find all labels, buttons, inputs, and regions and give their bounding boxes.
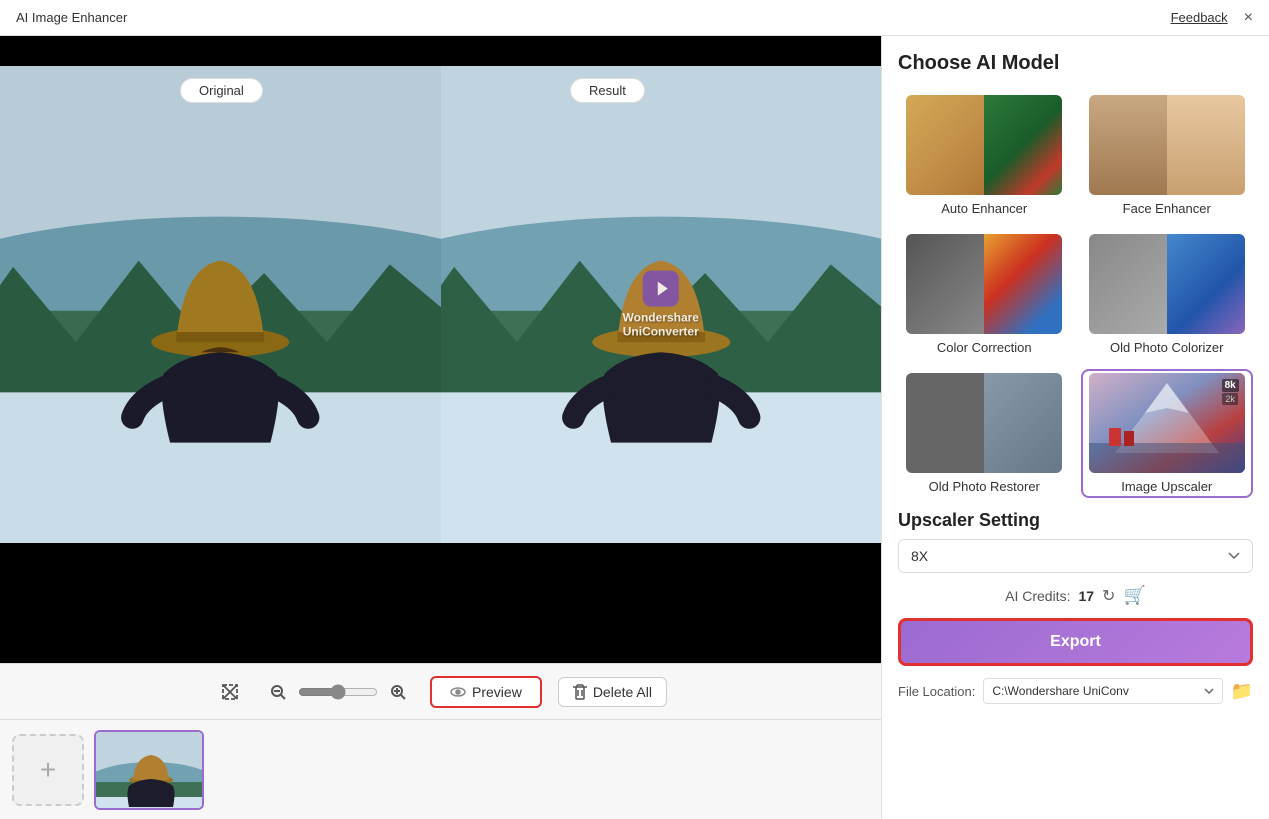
watermark: Wondershare UniConverter (623, 270, 699, 339)
auto-thumb-left (906, 95, 984, 195)
result-label-button[interactable]: Result (570, 78, 645, 103)
auto-enhancer-thumb (906, 95, 1062, 195)
old-photo-restorer-label: Old Photo Restorer (929, 479, 1040, 494)
preview-button[interactable]: Preview (430, 676, 542, 708)
file-location-select[interactable]: C:\Wondershare UniConv (983, 678, 1222, 704)
badge-8k: 8k (1222, 379, 1239, 392)
result-image: Wondershare UniConverter (441, 66, 882, 543)
choose-model-title: Choose AI Model (898, 52, 1253, 75)
zoom-control (262, 676, 414, 708)
black-bar-bottom (0, 543, 881, 663)
title-bar: AI Image Enhancer Feedback × (0, 0, 1269, 36)
file-location-label: File Location: (898, 684, 975, 699)
old-photo-colorizer-thumb (1089, 234, 1245, 334)
old-res-thumb-left (906, 373, 984, 473)
trash-icon (573, 684, 587, 700)
credits-value: 17 (1078, 588, 1094, 604)
model-grid: Auto Enhancer Face Enhancer (898, 91, 1253, 498)
old-photo-restorer-thumb (906, 373, 1062, 473)
close-button[interactable]: × (1244, 10, 1253, 26)
model-card-face-enhancer[interactable]: Face Enhancer (1081, 91, 1254, 220)
add-image-button[interactable]: + (12, 734, 84, 806)
watermark-icon (643, 270, 679, 306)
color-thumb-left (906, 234, 984, 334)
upscaler-badge: 8k 2k (1222, 379, 1239, 405)
face-enhancer-label: Face Enhancer (1123, 201, 1211, 216)
color-correction-thumb (906, 234, 1062, 334)
thumbnail-item[interactable] (94, 730, 204, 810)
old-photo-colorizer-label: Old Photo Colorizer (1110, 340, 1223, 355)
color-correction-label: Color Correction (937, 340, 1032, 355)
old-res-thumb-right (984, 373, 1062, 473)
thumbnail-strip: + (0, 719, 881, 819)
original-image (0, 66, 441, 543)
export-button[interactable]: Export (898, 618, 1253, 666)
image-upscaler-label: Image Upscaler (1121, 479, 1212, 494)
auto-thumb-right (984, 95, 1062, 195)
zoom-out-button[interactable] (262, 676, 294, 708)
face-thumb-right (1167, 95, 1245, 195)
original-label-button[interactable]: Original (180, 78, 263, 103)
auto-enhancer-label: Auto Enhancer (941, 201, 1027, 216)
model-card-auto-enhancer[interactable]: Auto Enhancer (898, 91, 1071, 220)
file-location-row: File Location: C:\Wondershare UniConv 📁 (898, 678, 1253, 704)
folder-icon[interactable]: 📁 (1231, 681, 1253, 702)
bottom-toolbar: Preview Delete All (0, 663, 881, 719)
zoom-in-button[interactable] (382, 676, 414, 708)
face-thumb-left (1089, 95, 1167, 195)
badge-2k: 2k (1222, 393, 1238, 405)
credits-label: AI Credits: (1005, 588, 1070, 604)
crop-tool-button[interactable] (214, 676, 246, 708)
app-title: AI Image Enhancer (16, 10, 127, 25)
main-layout: Original Result (0, 36, 1269, 819)
upscaler-setting-section: Upscaler Setting 8X 4X 2X 1X (898, 510, 1253, 573)
refresh-icon[interactable]: ↻ (1102, 586, 1115, 606)
title-bar-controls: Feedback × (1171, 10, 1253, 26)
upscaler-setting-title: Upscaler Setting (898, 510, 1253, 531)
color-thumb-right (984, 234, 1062, 334)
eye-icon (450, 684, 466, 700)
black-bar-top (0, 36, 881, 66)
model-card-color-correction[interactable]: Color Correction (898, 230, 1071, 359)
cart-icon[interactable]: 🛒 (1123, 585, 1145, 606)
right-panel: Choose AI Model Auto Enhancer (881, 36, 1269, 819)
delete-all-button[interactable]: Delete All (558, 677, 667, 707)
model-card-image-upscaler[interactable]: 8k 2k Image Upscaler (1081, 369, 1254, 498)
upscaler-setting-select[interactable]: 8X 4X 2X 1X (898, 539, 1253, 573)
zoom-slider-input[interactable] (298, 684, 378, 700)
credits-row: AI Credits: 17 ↻ 🛒 (898, 585, 1253, 606)
image-preview-row: Original Result (0, 66, 881, 543)
old-col-thumb-right (1167, 234, 1245, 334)
old-col-thumb-left (1089, 234, 1167, 334)
face-enhancer-thumb (1089, 95, 1245, 195)
image-upscaler-thumb: 8k 2k (1089, 373, 1245, 473)
canvas-area: Original Result (0, 36, 881, 819)
watermark-text: Wondershare UniConverter (623, 310, 699, 339)
model-card-old-photo-colorizer[interactable]: Old Photo Colorizer (1081, 230, 1254, 359)
feedback-link[interactable]: Feedback (1171, 10, 1228, 25)
model-card-old-photo-restorer[interactable]: Old Photo Restorer (898, 369, 1071, 498)
